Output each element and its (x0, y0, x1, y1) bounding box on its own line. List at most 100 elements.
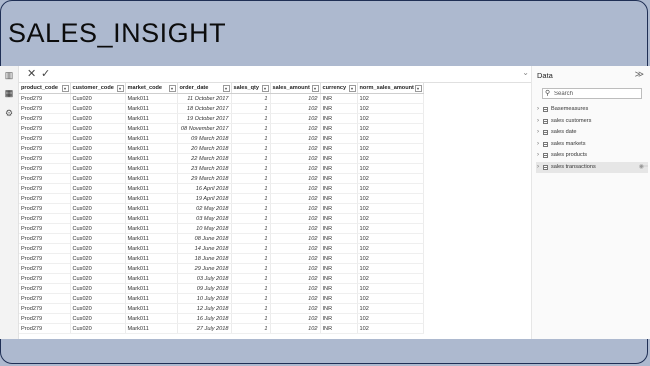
table-list-item[interactable]: › Basemeasures (536, 104, 648, 116)
table-cell[interactable]: 102 (357, 323, 424, 334)
table-cell[interactable]: 102 (357, 223, 424, 234)
table-cell[interactable]: 11 October 2017 (177, 93, 232, 104)
table-cell[interactable]: INR (320, 163, 358, 174)
table-cell[interactable]: 1 (231, 313, 271, 324)
table-cell[interactable]: Mark011 (125, 103, 178, 114)
table-cell[interactable]: 102 (357, 163, 424, 174)
table-cell[interactable]: 1 (231, 113, 271, 124)
chevron-right-icon[interactable]: › (537, 150, 539, 162)
table-cell[interactable]: 102 (270, 103, 321, 114)
table-cell[interactable]: 1 (231, 183, 271, 194)
table-cell[interactable]: Cus020 (70, 303, 126, 314)
table-cell[interactable]: Cus020 (70, 113, 126, 124)
table-cell[interactable]: 102 (270, 223, 321, 234)
table-cell[interactable]: Mark011 (125, 183, 178, 194)
table-cell[interactable]: Mark011 (125, 93, 178, 104)
table-cell[interactable]: 1 (231, 93, 271, 104)
table-cell[interactable]: 102 (270, 283, 321, 294)
table-cell[interactable]: Prod279 (19, 213, 71, 224)
table-cell[interactable]: Mark011 (125, 253, 178, 264)
table-cell[interactable]: Prod279 (19, 293, 71, 304)
report-view-icon[interactable]: ▥ (4, 70, 14, 80)
table-cell[interactable]: 102 (270, 133, 321, 144)
table-cell[interactable]: 102 (357, 213, 424, 224)
table-cell[interactable]: INR (320, 153, 358, 164)
table-cell[interactable]: 102 (357, 203, 424, 214)
table-cell[interactable]: Prod279 (19, 243, 71, 254)
table-cell[interactable]: 102 (270, 193, 321, 204)
table-cell[interactable]: 08 November 2017 (177, 123, 232, 134)
table-cell[interactable]: 102 (357, 193, 424, 204)
table-cell[interactable]: 1 (231, 303, 271, 314)
column-filter-dropdown-icon[interactable]: ▾ (311, 85, 319, 92)
table-cell[interactable]: Prod279 (19, 173, 71, 184)
table-cell[interactable]: INR (320, 223, 358, 234)
table-cell[interactable]: 102 (357, 133, 424, 144)
table-cell[interactable]: INR (320, 263, 358, 274)
table-cell[interactable]: Prod279 (19, 283, 71, 294)
table-cell[interactable]: 1 (231, 323, 271, 334)
table-cell[interactable]: Cus020 (70, 313, 126, 324)
column-header-order-date[interactable]: order_date ▾ (177, 83, 232, 94)
column-filter-dropdown-icon[interactable]: ▾ (222, 85, 230, 92)
table-cell[interactable]: INR (320, 233, 358, 244)
chevron-down-icon[interactable]: ⌄ (522, 68, 529, 77)
column-header-currency[interactable]: currency ▾ (320, 83, 358, 94)
column-filter-dropdown-icon[interactable]: ▾ (414, 85, 422, 92)
table-cell[interactable]: 102 (270, 293, 321, 304)
table-cell[interactable]: Cus020 (70, 173, 126, 184)
table-cell[interactable]: 102 (270, 123, 321, 134)
table-cell[interactable]: INR (320, 203, 358, 214)
table-cell[interactable]: Prod279 (19, 313, 71, 324)
column-filter-dropdown-icon[interactable]: ▾ (348, 85, 356, 92)
column-header-sales-amount[interactable]: sales_amount ▾ (270, 83, 321, 94)
table-cell[interactable]: Mark011 (125, 303, 178, 314)
table-cell[interactable]: Cus020 (70, 183, 126, 194)
table-cell[interactable]: 102 (357, 293, 424, 304)
table-cell[interactable]: Mark011 (125, 283, 178, 294)
table-cell[interactable]: 1 (231, 263, 271, 274)
table-cell[interactable]: 102 (270, 313, 321, 324)
table-list-item[interactable]: › sales date (536, 127, 648, 139)
table-cell[interactable]: Mark011 (125, 233, 178, 244)
table-cell[interactable]: 102 (357, 93, 424, 104)
table-cell[interactable]: 19 October 2017 (177, 113, 232, 124)
table-cell[interactable]: 102 (357, 183, 424, 194)
table-cell[interactable]: 102 (357, 143, 424, 154)
table-cell[interactable]: 102 (357, 103, 424, 114)
chevron-right-icon[interactable]: › (537, 104, 539, 116)
table-cell[interactable]: Cus020 (70, 133, 126, 144)
column-header-customer-code[interactable]: customer_code ▾ (70, 83, 126, 94)
table-cell[interactable]: INR (320, 213, 358, 224)
table-cell[interactable]: 102 (270, 163, 321, 174)
table-cell[interactable]: INR (320, 103, 358, 114)
table-cell[interactable]: 102 (357, 233, 424, 244)
column-filter-dropdown-icon[interactable]: ▾ (261, 85, 269, 92)
table-cell[interactable]: Mark011 (125, 243, 178, 254)
table-cell[interactable]: Cus020 (70, 203, 126, 214)
table-cell[interactable]: Mark011 (125, 133, 178, 144)
table-cell[interactable]: INR (320, 293, 358, 304)
table-cell[interactable]: 03 July 2018 (177, 273, 232, 284)
table-cell[interactable]: Mark011 (125, 113, 178, 124)
table-cell[interactable]: INR (320, 303, 358, 314)
table-cell[interactable]: 1 (231, 193, 271, 204)
table-cell[interactable]: Prod279 (19, 153, 71, 164)
cancel-icon[interactable]: ✕ (27, 67, 36, 81)
table-cell[interactable]: 102 (270, 263, 321, 274)
table-cell[interactable]: Mark011 (125, 153, 178, 164)
table-cell[interactable]: INR (320, 133, 358, 144)
table-cell[interactable]: Mark011 (125, 323, 178, 334)
table-cell[interactable]: 27 July 2018 (177, 323, 232, 334)
table-cell[interactable]: 1 (231, 253, 271, 264)
table-cell[interactable]: 29 June 2018 (177, 263, 232, 274)
chevron-right-icon[interactable]: › (537, 139, 539, 151)
table-cell[interactable]: INR (320, 183, 358, 194)
table-cell[interactable]: INR (320, 173, 358, 184)
table-list-item[interactable]: › sales transactions ◉ ⋯ (536, 161, 648, 174)
table-cell[interactable]: 1 (231, 233, 271, 244)
chevron-right-icon[interactable]: › (537, 162, 539, 174)
commit-icon[interactable]: ✓ (41, 67, 50, 81)
table-cell[interactable]: 102 (270, 273, 321, 284)
table-cell[interactable]: 18 June 2018 (177, 253, 232, 264)
